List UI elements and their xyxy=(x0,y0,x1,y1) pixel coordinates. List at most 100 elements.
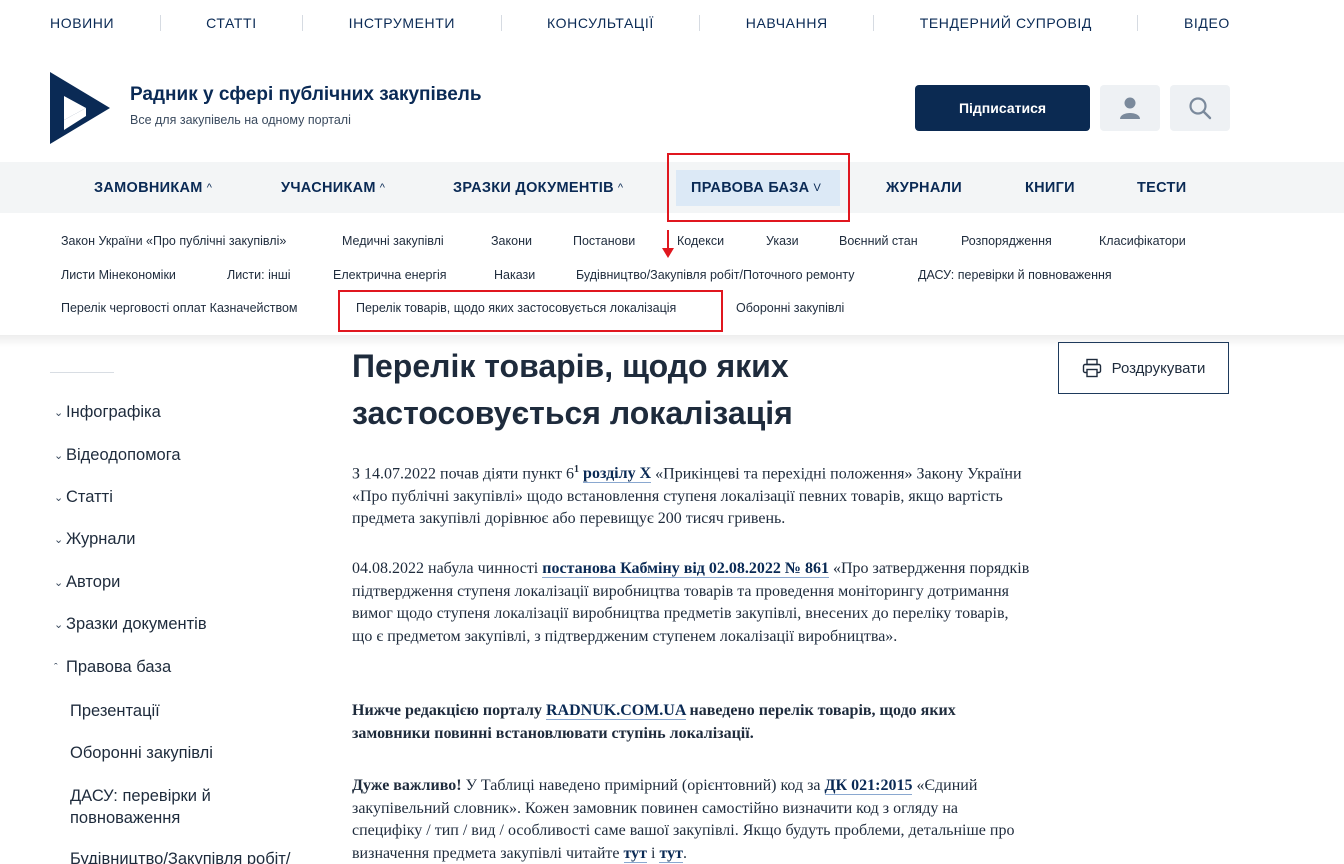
topnav-tools[interactable]: ІНСТРУМЕНТИ xyxy=(349,15,455,31)
highlight-box-localization xyxy=(338,290,723,332)
highlight-box-legal-base xyxy=(667,153,850,222)
link-radnuk[interactable]: RADNUK.COM.UA xyxy=(545,702,686,720)
link-resolution-861[interactable]: постанова Кабміну від 02.08.2022 № 861 xyxy=(542,560,829,578)
chevron-down-icon: ⌄ xyxy=(54,619,64,631)
sidebar-subitem-construction[interactable]: Будівництво/Закупівля робіт/ xyxy=(70,848,320,864)
sidebar-item-authors[interactable]: ⌄ Автори xyxy=(54,573,120,592)
divider xyxy=(159,15,161,31)
sidebar-subitem-presentations[interactable]: Презентації xyxy=(70,700,320,722)
nav-participants[interactable]: УЧАСНИКАМ ^ xyxy=(281,162,385,213)
search-icon xyxy=(1189,97,1212,120)
site-logo-link[interactable]: Радник у сфері публічних закупівель Все … xyxy=(50,72,482,144)
submenu-item[interactable]: Класифікатори xyxy=(1099,234,1186,248)
user-icon xyxy=(1120,97,1140,119)
submenu-item[interactable]: Листи Мінекономіки xyxy=(61,268,176,282)
print-button[interactable]: Роздрукувати xyxy=(1058,342,1229,394)
article-paragraph-3: Нижче редакцією порталу RADNUK.COM.UA на… xyxy=(352,700,1032,745)
article-paragraph-4: Дуже важливо! У Таблиці наведено примірн… xyxy=(352,775,1032,864)
link-section-x[interactable]: розділу X xyxy=(583,465,652,484)
printer-icon xyxy=(1082,358,1101,378)
topnav-tender-support[interactable]: ТЕНДЕРНИЙ СУПРОВІД xyxy=(920,15,1092,31)
submenu-item[interactable]: Закони xyxy=(491,234,532,248)
top-navigation: НОВИНИ СТАТТІ ІНСТРУМЕНТИ КОНСУЛЬТАЦІЇ Н… xyxy=(50,0,1230,46)
annotation-arrow xyxy=(667,230,669,250)
sidebar-subitem-defense-procurement[interactable]: Оборонні закупівлі xyxy=(70,742,320,764)
nav-document-samples[interactable]: ЗРАЗКИ ДОКУМЕНТІВ ^ xyxy=(453,162,623,213)
nav-label: ТЕСТИ xyxy=(1137,179,1187,196)
topnav-video[interactable]: ВІДЕО xyxy=(1184,15,1230,31)
submenu-item[interactable]: Укази xyxy=(766,234,799,248)
nav-label: ЖУРНАЛИ xyxy=(886,179,962,196)
submenu-item[interactable]: Розпорядження xyxy=(961,234,1052,248)
chevron-up-icon: ˆ xyxy=(54,661,58,674)
sidebar-subitem-dasu[interactable]: ДАСУ: перевірки й повноваження xyxy=(70,785,270,829)
search-button[interactable] xyxy=(1170,85,1230,131)
submenu-item[interactable]: Перелік черговості оплат Казначейством xyxy=(61,301,298,315)
article-paragraph-2: 04.08.2022 набула чинності постанова Каб… xyxy=(352,558,1032,648)
brand-title: Радник у сфері публічних закупівель xyxy=(130,84,482,105)
arrow-down-icon xyxy=(662,248,674,258)
submenu-item[interactable]: Накази xyxy=(494,268,535,282)
sidebar-label: Зразки документів xyxy=(66,615,207,633)
divider xyxy=(500,15,502,31)
link-dk-021[interactable]: ДК 021:2015 xyxy=(824,777,913,795)
superscript: 1 xyxy=(574,464,580,475)
nav-label: ЗРАЗКИ ДОКУМЕНТІВ xyxy=(453,179,614,196)
nav-label: УЧАСНИКАМ xyxy=(281,179,376,196)
chevron-up-icon: ^ xyxy=(206,181,213,194)
topnav-training[interactable]: НАВЧАННЯ xyxy=(746,15,828,31)
important-label: Дуже важливо! xyxy=(352,777,462,794)
sidebar-label: Інфографіка xyxy=(66,403,161,421)
topnav-consultations[interactable]: КОНСУЛЬТАЦІЇ xyxy=(547,15,654,31)
sidebar-item-articles[interactable]: ⌄ Статті xyxy=(54,488,113,507)
brand-subtitle: Все для закупівель на одному порталі xyxy=(130,113,351,127)
link-here-1[interactable]: тут xyxy=(623,844,648,863)
submenu-item[interactable]: Медичні закупівлі xyxy=(342,234,444,248)
chevron-down-icon: ⌄ xyxy=(54,492,64,504)
subscribe-button[interactable]: Підписатися xyxy=(915,85,1090,131)
sidebar-label: Правова база xyxy=(66,658,172,676)
chevron-up-icon: ^ xyxy=(379,181,386,194)
submenu-item[interactable]: Електрична енергія xyxy=(333,268,447,282)
print-label: Роздрукувати xyxy=(1111,359,1206,377)
sidebar-label: Статті xyxy=(66,488,113,506)
sidebar-item-journals[interactable]: ⌄ Журнали xyxy=(54,530,135,549)
brand: Радник у сфері публічних закупівель Все … xyxy=(130,84,482,127)
text: і xyxy=(647,844,660,862)
divider xyxy=(1137,15,1139,31)
account-button[interactable] xyxy=(1100,85,1160,131)
nav-label: КНИГИ xyxy=(1025,179,1075,196)
sidebar-item-legal-base[interactable]: ˆ Правова база xyxy=(54,658,171,677)
chevron-down-icon: ⌄ xyxy=(54,450,64,462)
divider xyxy=(699,15,701,31)
nav-journals[interactable]: ЖУРНАЛИ xyxy=(886,162,962,213)
sidebar-item-infographics[interactable]: ⌄ Інфографіка xyxy=(54,403,161,422)
topnav-news[interactable]: НОВИНИ xyxy=(50,15,114,31)
divider xyxy=(302,15,304,31)
nav-customers[interactable]: ЗАМОВНИКАМ ^ xyxy=(94,162,212,213)
submenu-item[interactable]: Закон України «Про публічні закупівлі» xyxy=(61,234,286,248)
text: Нижче редакцією порталу xyxy=(352,702,546,719)
nav-books[interactable]: КНИГИ xyxy=(1025,162,1075,213)
topnav-articles[interactable]: СТАТТІ xyxy=(206,15,257,31)
chevron-up-icon: ^ xyxy=(617,181,624,194)
sidebar-item-document-samples[interactable]: ⌄ Зразки документів xyxy=(54,615,207,634)
submenu-item[interactable]: Листи: інші xyxy=(227,268,291,282)
nav-tests[interactable]: ТЕСТИ xyxy=(1137,162,1186,213)
submenu-item[interactable]: ДАСУ: перевірки й повноваження xyxy=(918,268,1112,282)
page-title: Перелік товарів, щодо яких застосовуєтьс… xyxy=(352,348,793,431)
sidebar-label: Автори xyxy=(66,573,121,591)
chevron-down-icon: ⌄ xyxy=(54,577,64,589)
submenu-item[interactable]: Воєнний стан xyxy=(839,234,918,248)
submenu-item[interactable]: Постанови xyxy=(573,234,635,248)
text: 04.08.2022 набула чинності xyxy=(352,560,543,577)
submenu-item[interactable]: Оборонні закупівлі xyxy=(736,301,844,315)
logo-icon xyxy=(50,72,110,144)
link-here-2[interactable]: тут xyxy=(659,844,683,863)
chevron-down-icon: ⌄ xyxy=(54,534,64,546)
submenu-item[interactable]: Кодекси xyxy=(677,234,724,248)
sidebar-item-video-help[interactable]: ⌄ Відеодопомога xyxy=(54,446,181,465)
article-paragraph-1: З 14.07.2022 почав діяти пункт 61 розділ… xyxy=(352,459,1032,531)
submenu-item[interactable]: Будівництво/Закупівля робіт/Поточного ре… xyxy=(576,268,854,282)
text: З 14.07.2022 почав діяти пункт 6 xyxy=(352,465,575,483)
